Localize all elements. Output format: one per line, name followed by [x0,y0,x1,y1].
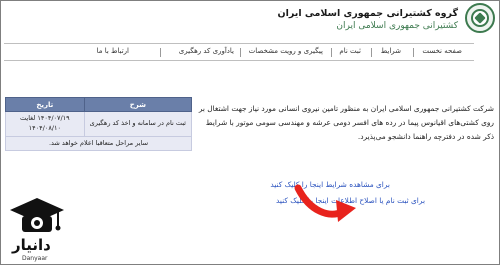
nav-divider [371,48,372,57]
red-arrow-icon [294,184,356,222]
organization-title: گروه کشتیرانی جمهوری اسلامی ایران [277,8,459,19]
brand-latin-name: Danyaar [22,255,48,262]
nav-divider [160,48,161,57]
nav-register[interactable]: ثبت نام [339,47,361,55]
table-row: ثبت نام در سامانه و اخذ کد رهگیری ۱۴۰۴/۰… [5,111,193,137]
table-footer-row: سایر مراحل متعاقبا اعلام خواهد شد. [5,135,192,152]
nav-reminder[interactable]: یادآوری کد رهگیری [179,47,234,55]
schedule-table: شرح تاریخ ثبت نام در سامانه و اخذ کد رهگ… [5,97,193,152]
brand-name: دانیار [12,236,51,254]
column-header-date: تاریخ [5,97,85,112]
nav-contact[interactable]: ارتباط با ما [97,47,129,55]
nav-divider [240,48,241,57]
table-header-row: شرح تاریخ [5,97,193,112]
nav-divider [413,48,414,57]
announcement-text: شرکت کشتیرانی جمهوری اسلامی ایران به منظ… [198,104,494,142]
organization-logo [465,3,495,33]
nav-conditions[interactable]: شرایط [381,47,401,55]
organization-subtitle: کشتیرانی جمهوری اسلامی ایران [336,21,458,31]
column-header-description: شرح [83,97,193,112]
nav-tracking[interactable]: پیگیری و رویت مشخصات [249,47,323,55]
table-cell-description: ثبت نام در سامانه و اخذ کد رهگیری [83,111,193,137]
main-nav: صفحه نخست شرایط ثبت نام پیگیری و رویت مش… [4,43,474,61]
nav-home[interactable]: صفحه نخست [422,47,462,55]
table-cell-date: ۱۴۰۴/۰۷/۱۹ لغایت ۱۴۰۴/۰۸/۱۰ [5,111,85,137]
table-footer-note: سایر مراحل متعاقبا اعلام خواهد شد. [5,135,192,152]
nav-divider [331,48,332,57]
